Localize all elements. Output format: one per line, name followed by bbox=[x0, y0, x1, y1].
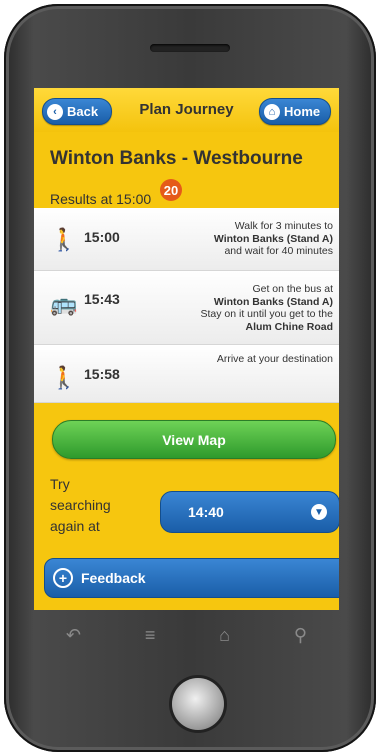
step-time: 15:58 bbox=[84, 366, 120, 382]
step-description: Get on the bus at Winton Banks (Stand A)… bbox=[200, 283, 333, 333]
phone-speaker bbox=[150, 44, 230, 52]
step-description: Walk for 3 minutes to Winton Banks (Stan… bbox=[213, 220, 333, 257]
back-arrow-icon[interactable]: ↶ bbox=[66, 625, 81, 646]
view-map-button[interactable]: View Map bbox=[52, 420, 336, 459]
journey-step[interactable]: 🚶 15:58 Arrive at your destination bbox=[34, 345, 339, 403]
search-icon[interactable]: ⚲ bbox=[294, 625, 307, 646]
home-button[interactable]: ⌂ Home bbox=[259, 98, 331, 125]
feedback-button[interactable]: + Feedback bbox=[44, 558, 339, 598]
step-time: 15:00 bbox=[84, 229, 120, 245]
journey-step[interactable]: 🚌 15:43 Get on the bus at Winton Banks (… bbox=[34, 271, 339, 345]
time-select-value: 14:40 bbox=[188, 504, 224, 520]
chevron-left-icon: ‹ bbox=[47, 103, 63, 120]
menu-icon[interactable]: ≡ bbox=[145, 625, 156, 646]
home-icon: ⌂ bbox=[264, 103, 280, 120]
route-title: Winton Banks - Westbourne bbox=[50, 148, 303, 169]
back-button-label: Back bbox=[67, 104, 99, 119]
android-softkeys: ↶ ≡ ⌂ ⚲ bbox=[34, 612, 339, 658]
try-again-label: Try searching again at bbox=[50, 476, 111, 534]
bus-route-badge: 20 bbox=[160, 179, 182, 201]
home-outline-icon[interactable]: ⌂ bbox=[219, 625, 230, 646]
walk-icon: 🚶 bbox=[50, 227, 78, 252]
trackball[interactable] bbox=[172, 678, 224, 730]
time-select[interactable]: 14:40 ▼ bbox=[160, 491, 339, 533]
journey-step[interactable]: 🚶 15:00 Walk for 3 minutes to Winton Ban… bbox=[34, 208, 339, 271]
journey-steps-list: 🚶 15:00 Walk for 3 minutes to Winton Ban… bbox=[34, 208, 339, 403]
home-button-label: Home bbox=[284, 104, 321, 119]
feedback-button-label: Feedback bbox=[81, 570, 146, 586]
app-header: ‹ Back Plan Journey ⌂ Home bbox=[34, 88, 339, 132]
bus-icon: 🚌 bbox=[50, 291, 78, 316]
chevron-down-icon: ▼ bbox=[311, 504, 327, 520]
page-title: Plan Journey bbox=[139, 101, 234, 118]
app-screen: ‹ Back Plan Journey ⌂ Home Winton Banks … bbox=[34, 88, 339, 610]
plus-icon: + bbox=[53, 568, 73, 588]
walk-icon: 🚶 bbox=[50, 365, 78, 390]
back-button[interactable]: ‹ Back bbox=[42, 98, 112, 125]
step-description: Arrive at your destination bbox=[216, 353, 333, 365]
results-time-label: Results at 15:00 bbox=[50, 191, 152, 207]
step-time: 15:43 bbox=[84, 291, 120, 307]
